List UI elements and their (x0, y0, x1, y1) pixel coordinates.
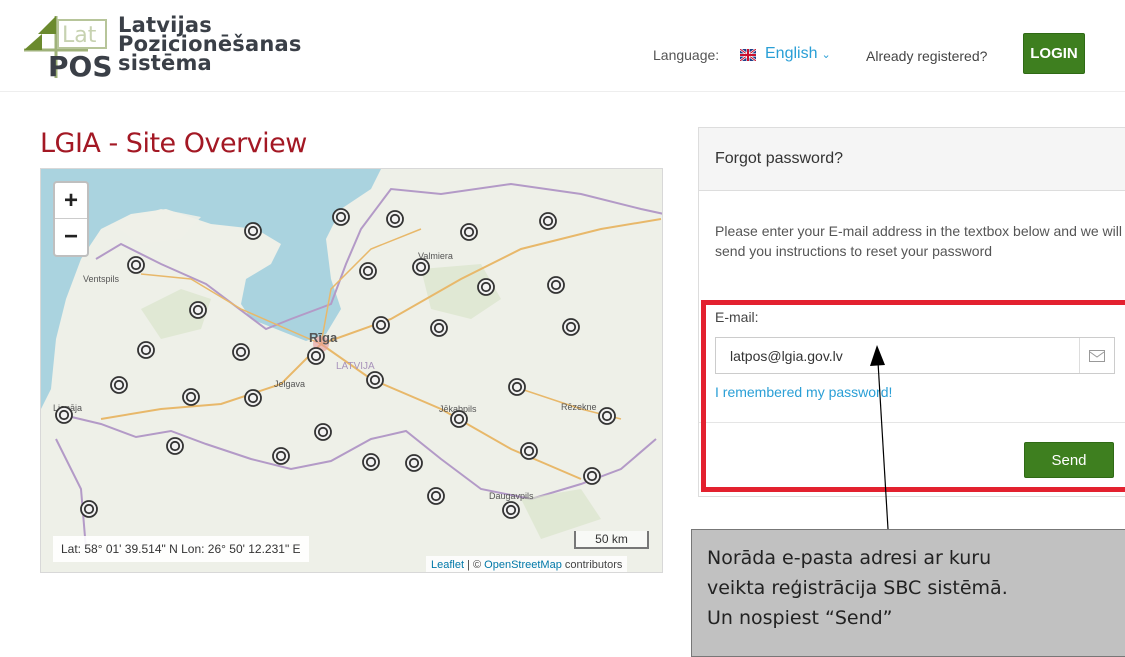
station-marker-icon[interactable] (372, 316, 390, 334)
language-value: English (765, 45, 818, 62)
station-marker-icon[interactable] (127, 256, 145, 274)
station-marker-icon[interactable] (477, 278, 495, 296)
station-marker-icon[interactable] (272, 447, 290, 465)
station-marker-icon[interactable] (232, 343, 250, 361)
station-marker-icon[interactable] (110, 376, 128, 394)
station-marker-icon[interactable] (55, 406, 73, 424)
station-marker-icon[interactable] (460, 223, 478, 241)
annotation-line-1: Norāda e-pasta adresi ar kuru (707, 547, 992, 569)
panel-title: Forgot password? (715, 150, 844, 167)
attribution-tail: contributors (561, 559, 623, 571)
station-marker-icon[interactable] (366, 371, 384, 389)
station-marker-icon[interactable] (405, 454, 423, 472)
panel-description: Please enter your E-mail address in the … (715, 223, 1122, 259)
station-marker-icon[interactable] (583, 467, 601, 485)
station-marker-icon[interactable] (244, 389, 262, 407)
uk-flag-icon (740, 49, 756, 61)
map-attribution: Leaflet | © OpenStreetMap contributors (426, 556, 628, 572)
place-label-jelgava: Jelgava (274, 379, 305, 389)
latpos-logo[interactable]: Lat POS Latvijas Pozicionēšanas sistēma (18, 12, 318, 83)
language-select[interactable]: English ⌄ (765, 45, 831, 63)
place-label-ventspils: Ventspils (83, 274, 120, 284)
station-marker-icon[interactable] (362, 453, 380, 471)
station-marker-icon[interactable] (189, 301, 207, 319)
svg-text:Lat: Lat (62, 23, 97, 48)
station-marker-icon[interactable] (314, 423, 332, 441)
station-marker-icon[interactable] (539, 212, 557, 230)
place-label-rezekne: Rēzekne (561, 402, 597, 412)
station-marker-icon[interactable] (137, 341, 155, 359)
station-marker-icon[interactable] (359, 262, 377, 280)
station-marker-icon[interactable] (450, 410, 468, 428)
svg-text:POS: POS (48, 50, 113, 82)
station-marker-icon[interactable] (427, 487, 445, 505)
zoom-in-button[interactable]: + (55, 183, 87, 219)
annotation-line-3: Un nospiest “Send” (707, 607, 893, 629)
panel-header: Forgot password? (699, 128, 1125, 191)
station-marker-icon[interactable] (430, 319, 448, 337)
zoom-out-button[interactable]: − (55, 219, 87, 255)
logo-text: Latvijas Pozicionēšanas sistēma (118, 15, 302, 75)
station-marker-icon[interactable] (562, 318, 580, 336)
map-labels: Ventspils Rīga Valmiera Jelgava Jēkabpil… (53, 251, 597, 501)
station-marker-icon[interactable] (547, 276, 565, 294)
place-label-riga: Rīga (309, 330, 338, 345)
station-marker-icon[interactable] (166, 437, 184, 455)
station-marker-icon[interactable] (386, 210, 404, 228)
station-marker-icon[interactable] (182, 388, 200, 406)
attribution-separator: | © (464, 559, 485, 571)
station-marker-icon[interactable] (598, 407, 616, 425)
station-marker-icon[interactable] (502, 501, 520, 519)
language-label: Language: (653, 47, 720, 63)
station-marker-icon[interactable] (80, 500, 98, 518)
chevron-down-icon: ⌄ (821, 48, 831, 61)
login-button[interactable]: LOGIN (1023, 33, 1085, 74)
already-registered-text: Already registered? (866, 48, 988, 64)
station-marker-icon[interactable] (508, 378, 526, 396)
place-label-daugavpils: Daugavpils (489, 491, 534, 501)
latpos-logo-mark: Lat POS (24, 16, 113, 83)
page-title: LGIA - Site Overview (40, 128, 307, 159)
annotation-line-2: veikta reģistrācija SBC sistēmā. (707, 577, 1008, 599)
map-scale: 50 km (574, 531, 649, 549)
station-marker-icon[interactable] (412, 258, 430, 276)
site-map[interactable]: Ventspils Rīga Valmiera Jelgava Jēkabpil… (40, 168, 663, 573)
station-marker-icon[interactable] (332, 208, 350, 226)
leaflet-link[interactable]: Leaflet (431, 559, 464, 571)
coordinate-readout: Lat: 58° 01' 39.514" N Lon: 26° 50' 12.2… (53, 536, 309, 562)
osm-link[interactable]: OpenStreetMap (484, 559, 562, 571)
annotation-note: Norāda e-pasta adresi ar kuru veikta reģ… (691, 529, 1125, 657)
page: Lat POS Latvijas Pozicionēšanas sistēma … (0, 0, 1125, 657)
header: Lat POS Latvijas Pozicionēšanas sistēma … (0, 0, 1125, 92)
station-marker-icon[interactable] (520, 442, 538, 460)
station-marker-icon[interactable] (307, 347, 325, 365)
highlight-box (701, 300, 1125, 492)
station-marker-icon[interactable] (244, 222, 262, 240)
logo-line-3: sistēma (118, 51, 212, 75)
zoom-control: + − (53, 181, 89, 257)
